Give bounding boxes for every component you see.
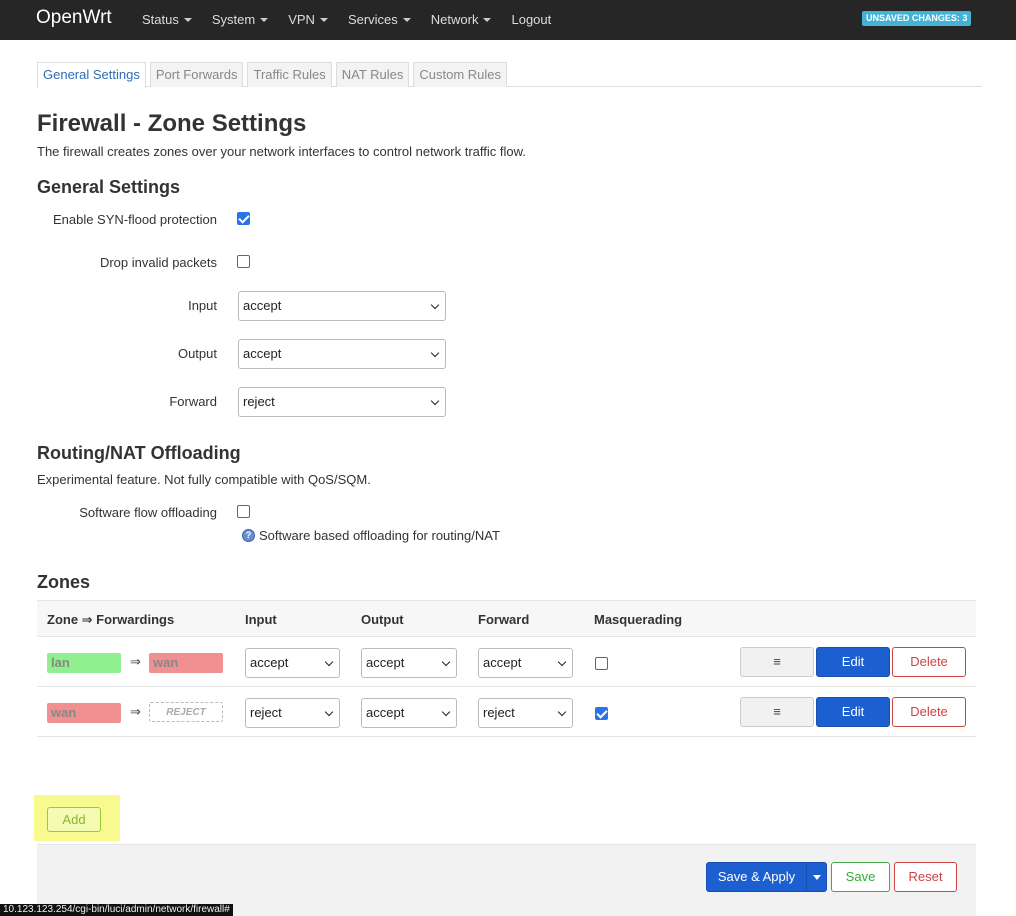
delete-zone-button[interactable]: Delete [892, 697, 966, 727]
chevron-down-icon [430, 348, 440, 358]
offloading-description: Experimental feature. Not fully compatib… [37, 472, 371, 487]
tab-bar: General Settings Port Forwards Traffic R… [37, 62, 982, 88]
tab-traffic-rules[interactable]: Traffic Rules [247, 62, 332, 87]
zone-input-select[interactable]: accept [245, 648, 340, 678]
zone-input-select[interactable]: reject [245, 698, 340, 728]
zone-forward-value: reject [483, 705, 515, 720]
save-apply-button[interactable]: Save & Apply [706, 862, 807, 892]
input-policy-label: Input [188, 298, 217, 313]
zone-output-value: accept [366, 655, 405, 670]
menu-network[interactable]: Network [431, 0, 492, 40]
chevron-down-icon [430, 300, 440, 310]
chevron-down-icon [324, 657, 334, 667]
tab-general-settings[interactable]: General Settings [37, 62, 146, 88]
tab-custom-rules[interactable]: Custom Rules [413, 62, 508, 87]
zone-badge-wan: wan [47, 703, 121, 723]
unsaved-changes-badge[interactable]: UNSAVED CHANGES: 3 [862, 11, 972, 26]
zones-table-header: Zone ⇒ Forwardings Input Output Forward … [37, 600, 976, 637]
tab-nat-rules[interactable]: NAT Rules [335, 62, 410, 87]
input-policy-select[interactable]: accept [238, 291, 446, 321]
menu-status[interactable]: Status [142, 0, 192, 40]
col-output: Output [361, 612, 404, 627]
col-masquerading: Masquerading [594, 612, 683, 627]
col-forward: Forward [478, 612, 530, 627]
edit-zone-button[interactable]: Edit [816, 697, 890, 727]
forward-arrow-icon: ⇒ [130, 654, 141, 669]
page-description: The firewall creates zones over your net… [37, 144, 526, 159]
menu-vpn[interactable]: VPN [288, 0, 328, 40]
reset-button[interactable]: Reset [894, 862, 957, 892]
software-offloading-checkbox[interactable] [237, 505, 250, 518]
forward-arrow-icon: ⇒ [130, 704, 141, 719]
add-zone-button[interactable]: Add [47, 807, 101, 832]
masquerading-checkbox[interactable] [595, 657, 608, 670]
zone-forward-select[interactable]: reject [478, 698, 573, 728]
top-navbar: OpenWrt Status System VPN Services Netwo… [0, 0, 1016, 40]
output-policy-label: Output [177, 346, 217, 361]
input-policy-value: accept [243, 298, 282, 313]
delete-zone-button[interactable]: Delete [892, 647, 966, 677]
zone-output-value: accept [366, 705, 405, 720]
offloading-heading: Routing/NAT Offloading [37, 443, 241, 463]
zone-forward-select[interactable]: accept [478, 648, 573, 678]
zones-heading: Zones [37, 572, 91, 592]
help-icon: ? [242, 529, 255, 542]
software-offloading-help: Software based offloading for routing/NA… [259, 528, 500, 543]
main-menu: Status System VPN Services Network Logou… [142, 0, 571, 40]
zone-input-value: reject [250, 705, 282, 720]
zone-output-select[interactable]: accept [361, 698, 457, 728]
forward-policy-label: Forward [169, 394, 217, 409]
chevron-down-icon [441, 707, 451, 717]
software-offloading-label: Software flow offloading [79, 505, 217, 520]
zone-forward-value: accept [483, 655, 522, 670]
col-input: Input [245, 612, 277, 627]
chevron-down-icon [557, 707, 567, 717]
general-settings-heading: General Settings [37, 177, 181, 197]
save-apply-dropdown-toggle[interactable] [806, 862, 827, 892]
table-row: lan ⇒ wan accept accept accept ≡ Edit De… [37, 637, 976, 687]
zone-input-value: accept [250, 655, 289, 670]
menu-services[interactable]: Services [348, 0, 411, 40]
col-zone-forwardings: Zone ⇒ Forwardings [47, 612, 175, 627]
syn-flood-checkbox[interactable] [237, 212, 250, 225]
dest-badge-reject: REJECT [149, 702, 223, 722]
menu-logout[interactable]: Logout [511, 0, 551, 40]
table-row: wan ⇒ REJECT reject accept reject ≡ Edit… [37, 687, 976, 737]
status-bar-url: 10.123.123.254/cgi-bin/luci/admin/networ… [0, 904, 233, 916]
save-button[interactable]: Save [831, 862, 890, 892]
forward-policy-value: reject [243, 394, 275, 409]
masquerading-checkbox[interactable] [595, 707, 608, 720]
zone-output-select[interactable]: accept [361, 648, 457, 678]
drag-handle-button[interactable]: ≡ [740, 647, 814, 677]
syn-flood-label: Enable SYN-flood protection [52, 212, 217, 227]
page-title: Firewall - Zone Settings [37, 110, 307, 137]
tab-port-forwards[interactable]: Port Forwards [149, 62, 244, 87]
chevron-down-icon [441, 657, 451, 667]
zone-badge-lan: lan [47, 653, 121, 673]
output-policy-select[interactable]: accept [238, 339, 446, 369]
drag-handle-button[interactable]: ≡ [740, 697, 814, 727]
output-policy-value: accept [243, 346, 282, 361]
forward-policy-select[interactable]: reject [238, 387, 446, 417]
drop-invalid-label: Drop invalid packets [99, 255, 217, 270]
edit-zone-button[interactable]: Edit [816, 647, 890, 677]
chevron-down-icon [430, 396, 440, 406]
menu-system[interactable]: System [212, 0, 268, 40]
dest-badge-wan: wan [149, 653, 223, 673]
chevron-down-icon [557, 657, 567, 667]
chevron-down-icon [324, 707, 334, 717]
brand-logo[interactable]: OpenWrt [36, 7, 112, 29]
drop-invalid-checkbox[interactable] [237, 255, 250, 268]
